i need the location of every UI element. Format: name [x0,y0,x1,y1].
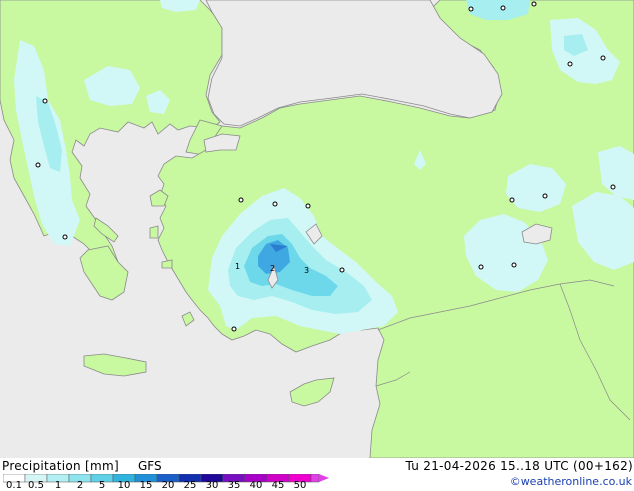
station-marker [62,234,68,240]
credit-link[interactable]: ©weatheronline.co.uk [510,475,632,488]
scale-tick-label: 50 [293,480,307,491]
station-marker [339,267,345,273]
station-marker [42,98,48,104]
station-marker [542,193,548,199]
model-name: GFS [138,459,162,473]
station-marker [511,262,517,268]
station-marker [35,162,41,168]
scale-tick-label: 25 [183,480,197,491]
scale-tick-label: 2 [76,480,84,491]
scale-tick-label: 10 [117,480,131,491]
scale-tick-label: 30 [205,480,219,491]
scale-swatch [310,474,320,483]
station-marker [478,264,484,270]
valid-time: Tu 21-04-2026 15..18 UTC (00+162) [405,459,633,473]
station-marker [500,5,506,11]
precipitation-map: 1 2 3 [0,0,634,458]
scale-tick-label: 40 [249,480,263,491]
scale-tick-label: 35 [227,480,241,491]
station-marker [610,184,616,190]
station-marker [238,197,244,203]
station-marker [509,197,515,203]
legend-bar: Precipitation [mm] GFS Tu 21-04-2026 15.… [0,458,634,491]
land-chios [149,225,159,239]
scale-tick-label: 1 [54,480,62,491]
station-marker [567,61,573,67]
precip-label-1: 1 [235,262,240,271]
precip-label-3: 3 [304,266,309,275]
scale-tick-label: 0.5 [28,480,44,491]
scale-tick-label: 45 [271,480,285,491]
scale-tick-label: 20 [161,480,175,491]
station-marker [272,201,278,207]
map-title: Precipitation [mm] [2,459,119,473]
scale-tick-label: 5 [98,480,106,491]
scale-tick-label: 15 [139,480,153,491]
station-marker [305,203,311,209]
station-marker [600,55,606,61]
precip-label-2: 2 [270,264,275,273]
station-marker [468,6,474,12]
station-marker [531,1,537,7]
scale-arrow [319,474,329,482]
scale-tick-label: 0.1 [6,480,22,491]
station-marker [231,326,237,332]
